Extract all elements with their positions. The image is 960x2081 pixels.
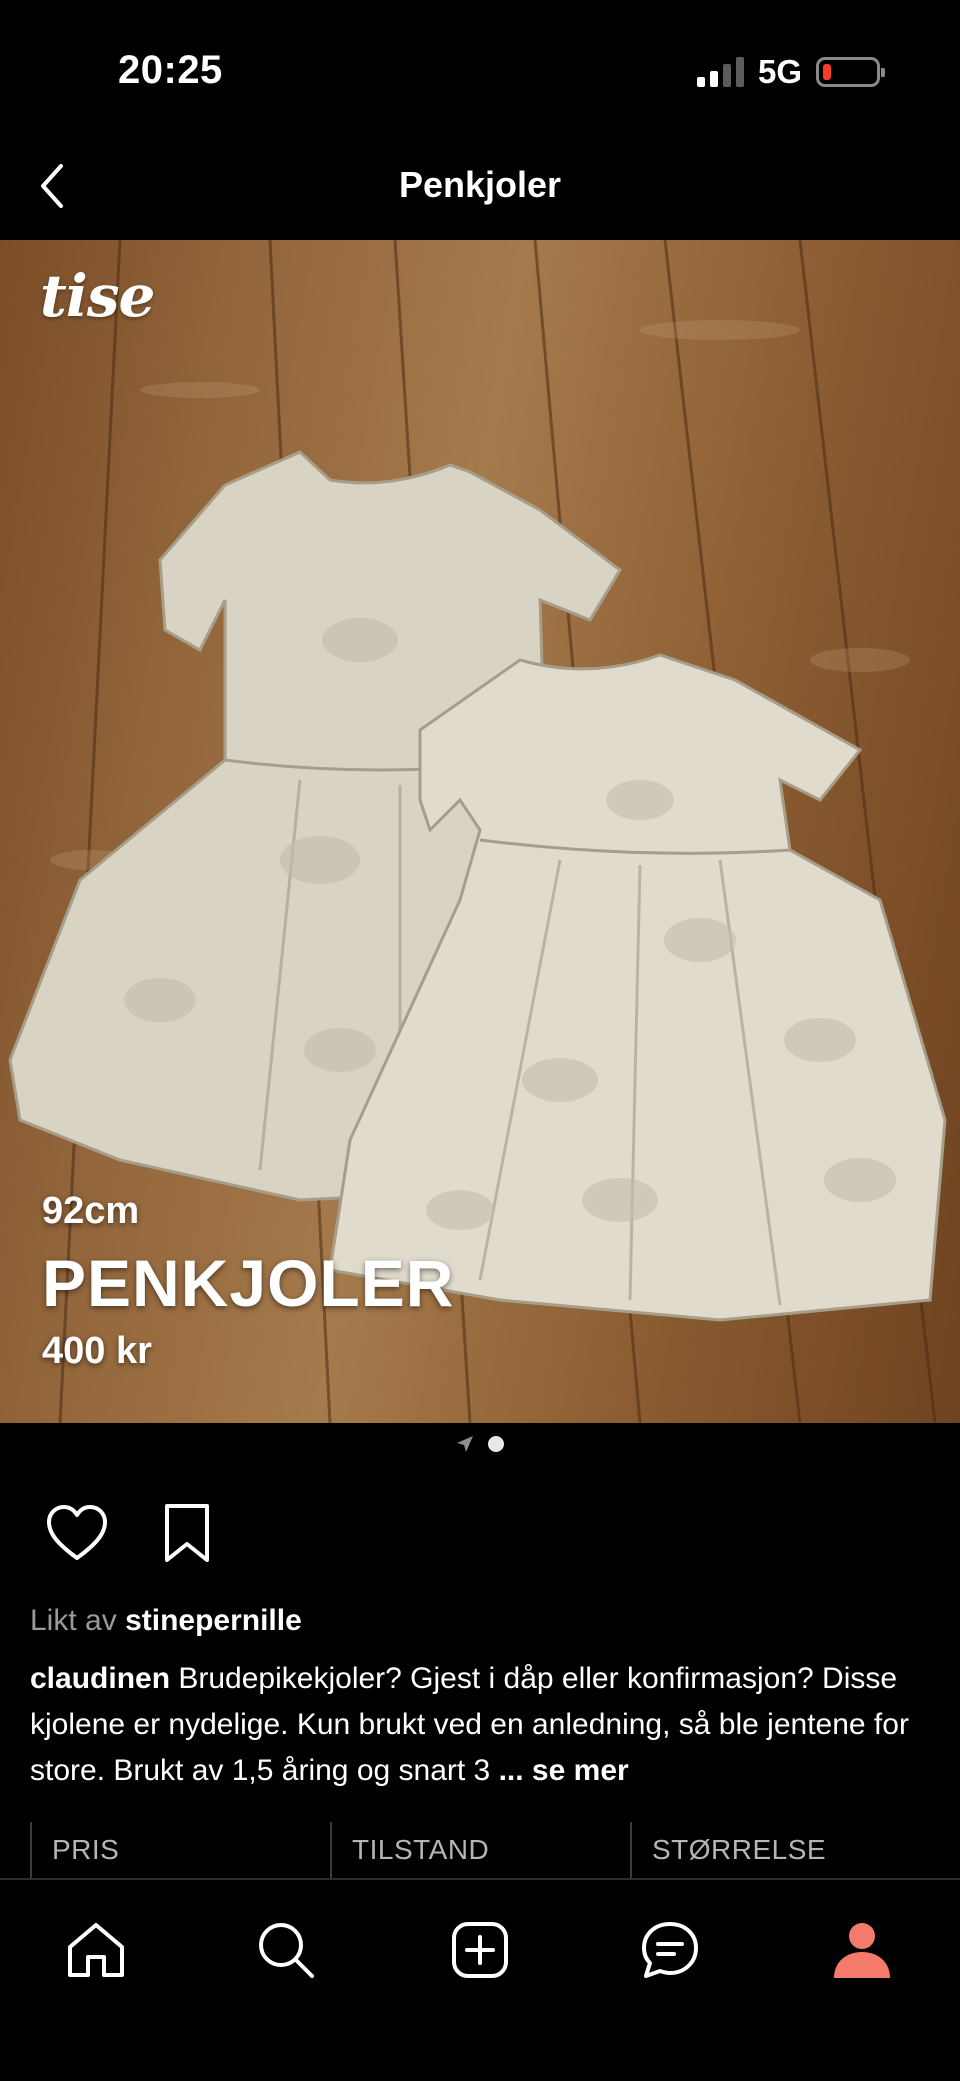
search-icon [259,1923,314,1978]
image-pager [0,1430,960,1458]
pager-dot-active[interactable] [488,1436,504,1452]
chat-icon [642,1922,698,1978]
liked-by-user[interactable]: stinepernille [125,1604,302,1637]
liked-by-prefix: Likt av [30,1604,117,1637]
plus-square-icon [452,1922,508,1978]
like-button[interactable] [44,1500,110,1566]
tise-watermark: tise [40,262,155,330]
location-arrow-icon [457,1436,473,1452]
caption-username[interactable]: claudinen [30,1662,170,1695]
battery-icon [816,57,885,87]
listing-caption: claudinen Brudepikekjoler? Gjest i dåp e… [30,1656,930,1794]
info-condition-label: TILSTAND [330,1822,630,1878]
status-time: 20:25 [118,48,223,92]
listing-size: 92cm [42,1190,140,1232]
network-type: 5G [757,53,802,90]
status-bar: 20:25 5G [0,0,960,140]
listing-title: PENKJOLER [42,1246,455,1320]
tab-search[interactable] [246,1910,326,1990]
tab-add[interactable] [440,1910,520,1990]
post-actions [44,1500,220,1566]
bottom-tab-bar [0,1878,960,2081]
bookmark-icon [165,1504,209,1562]
nav-header: Penkjoler [0,140,960,240]
page-title: Penkjoler [398,164,562,205]
info-price-label: PRIS [30,1822,330,1878]
signal-icon [696,57,744,87]
tab-profile[interactable] [822,1910,902,1990]
home-icon [68,1923,124,1977]
tab-home[interactable] [56,1910,136,1990]
product-photo[interactable]: tise 92cm PENKJOLER 400 kr [0,240,960,1423]
liked-by: Likt av stinepernille [30,1604,302,1638]
person-icon [834,1923,890,1978]
save-button[interactable] [154,1500,220,1566]
listing-info: PRIS TILSTAND STØRRELSE [30,1822,930,1878]
info-size-label: STØRRELSE [630,1822,930,1878]
see-more-link[interactable]: ... se mer [499,1754,629,1787]
heart-icon [47,1505,107,1560]
status-indicators: 5G [696,52,885,92]
listing-price: 400 kr [42,1330,152,1372]
tab-messages[interactable] [630,1910,710,1990]
